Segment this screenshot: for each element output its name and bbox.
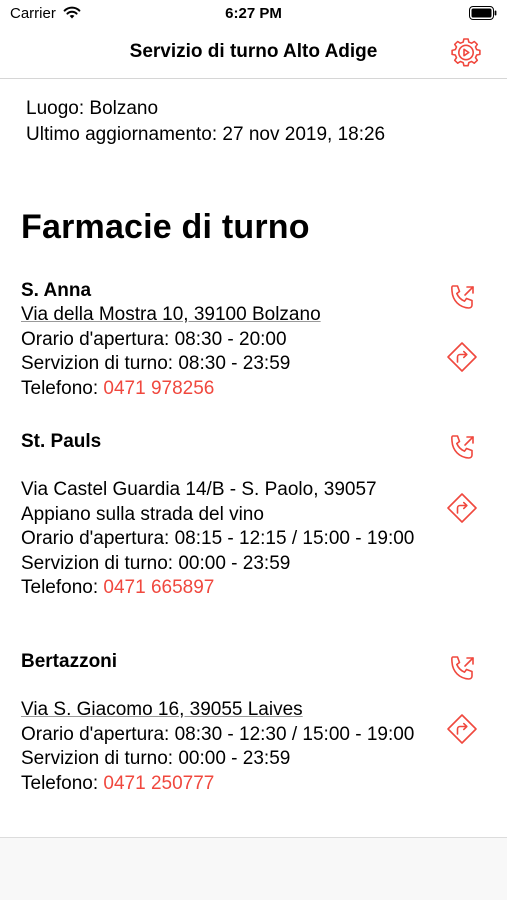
pharmacy-address[interactable]: Via della Mostra 10, 39100 Bolzano: [21, 304, 321, 325]
opening-hours: Orario d'apertura: 08:15 - 12:15 / 15:00…: [21, 528, 415, 549]
pharmacy-address[interactable]: Via Castel Guardia 14/B - S. Paolo, 3905…: [21, 478, 421, 503]
phone-link[interactable]: 0471 978256: [103, 378, 214, 399]
info-block: Luogo: Bolzano Ultimo aggiornamento: 27 …: [26, 96, 385, 148]
directions-icon[interactable]: [446, 492, 478, 524]
battery-icon: [469, 6, 497, 20]
pharmacy-name: S. Anna: [21, 280, 92, 301]
section-title: Farmacie di turno: [21, 208, 310, 246]
directions-icon[interactable]: [446, 713, 478, 745]
status-bar: Carrier 6:27 PM: [0, 0, 507, 28]
call-icon[interactable]: [446, 432, 478, 464]
navigation-bar: Servizio di turno Alto Adige: [0, 28, 507, 79]
page-title: Servizio di turno Alto Adige: [129, 41, 378, 62]
clock-time: 6:27 PM: [225, 5, 282, 22]
opening-hours: Orario d'apertura: 08:30 - 20:00: [21, 328, 287, 350]
duty-hours: Servizion di turno: 08:30 - 23:59: [21, 353, 291, 374]
bottom-toolbar: [0, 837, 507, 900]
phone-line: Telefono: 0471 250777: [21, 772, 421, 797]
phone-line: Telefono: 0471 665897: [21, 576, 421, 601]
address-line-2[interactable]: Appiano sulla strada del vino: [21, 504, 264, 525]
duty-hours: Servizion di turno: 00:00 - 23:59: [21, 552, 291, 574]
last-update-label: Ultimo aggiornamento: 27 nov 2019, 18:26: [26, 124, 386, 145]
pharmacy-address[interactable]: Via S. Giacomo 16, 39055 Laives: [21, 699, 303, 720]
directions-icon[interactable]: [446, 341, 478, 373]
pharmacy-card: St. Pauls Via Castel Guardia 14/B - S. P…: [21, 430, 507, 601]
settings-gear-icon[interactable]: [451, 38, 481, 68]
pharmacy-name: St. Pauls: [21, 431, 102, 452]
pharmacy-card: S. Anna Via della Mostra 10, 39100 Bolza…: [21, 279, 507, 401]
address-line-1[interactable]: Via Castel Guardia 14/B - S. Paolo, 3905…: [21, 479, 377, 500]
call-icon[interactable]: [446, 282, 478, 314]
phone-label: Telefono:: [21, 577, 104, 598]
phone-link[interactable]: 0471 665897: [103, 577, 214, 598]
phone-label: Telefono:: [21, 772, 104, 794]
opening-hours: Orario d'apertura: 08:30 - 12:30 / 15:00…: [21, 723, 415, 745]
call-icon[interactable]: [446, 653, 478, 685]
pharmacy-name: Bertazzoni: [21, 651, 118, 672]
pharmacy-card: Bertazzoni Via S. Giacomo 16, 39055 Laiv…: [21, 650, 507, 796]
phone-label: Telefono:: [21, 377, 104, 399]
location-label: Luogo: Bolzano: [26, 98, 159, 119]
duty-hours: Servizion di turno: 00:00 - 23:59: [21, 748, 291, 769]
phone-link[interactable]: 0471 250777: [103, 773, 214, 794]
phone-line: Telefono: 0471 978256: [21, 377, 421, 402]
